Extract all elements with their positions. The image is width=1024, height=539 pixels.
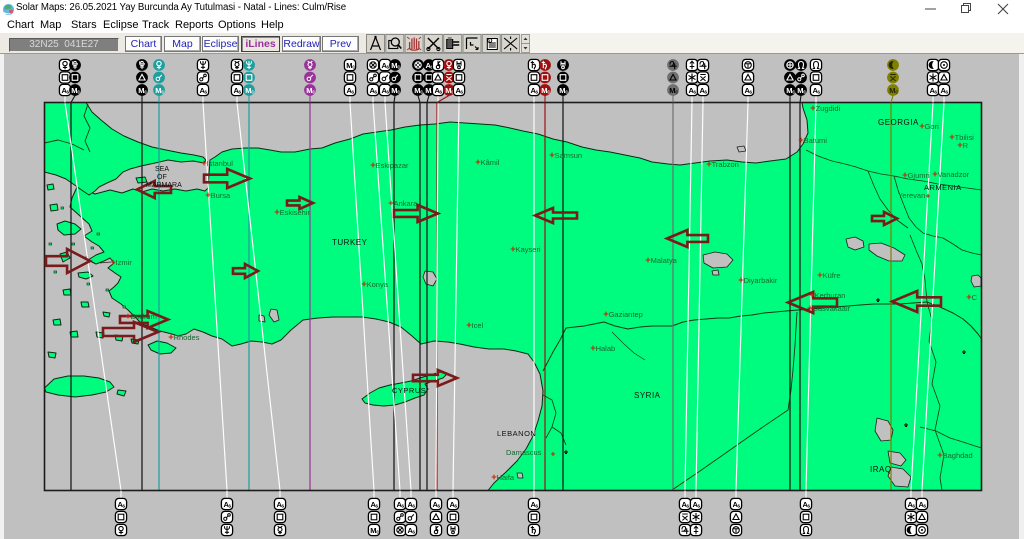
svg-text:Gaziantep: Gaziantep xyxy=(609,310,643,319)
svg-text:s: s xyxy=(807,504,810,510)
svg-text:c: c xyxy=(420,90,423,96)
svg-text:s: s xyxy=(281,504,284,510)
svg-text:OF: OF xyxy=(157,174,167,181)
svg-text:c: c xyxy=(547,90,550,96)
svg-text:Batumi: Batumi xyxy=(804,136,828,145)
svg-text:c: c xyxy=(251,90,254,96)
svg-text:s: s xyxy=(439,90,442,96)
svg-text:Dasvakaair: Dasvakaair xyxy=(813,304,851,313)
svg-text:c: c xyxy=(895,90,898,96)
svg-text:Yerevan: Yerevan xyxy=(898,191,925,200)
svg-text:Zugdidi: Zugdidi xyxy=(816,104,841,113)
svg-text:TURKEY: TURKEY xyxy=(332,238,368,247)
svg-text:c: c xyxy=(144,90,147,96)
svg-text:Ankara: Ankara xyxy=(394,199,419,208)
svg-text:Gjumri: Gjumri xyxy=(908,171,930,180)
svg-text:Bursa: Bursa xyxy=(211,191,231,200)
svg-text:Icel: Icel xyxy=(472,321,484,330)
svg-text:s: s xyxy=(686,504,689,510)
svg-text:Haifa: Haifa xyxy=(497,473,515,482)
svg-text:s: s xyxy=(454,504,457,510)
svg-text:Istanbul: Istanbul xyxy=(207,159,234,168)
svg-text:GEORGIA: GEORGIA xyxy=(878,118,919,127)
svg-text:c: c xyxy=(397,90,400,96)
svg-text:s: s xyxy=(535,504,538,510)
svg-text:c: c xyxy=(352,65,355,71)
svg-text:s: s xyxy=(204,90,207,96)
svg-text:s: s xyxy=(375,504,378,510)
svg-text:Halab: Halab xyxy=(596,344,616,353)
svg-text:CYPRUS: CYPRUS xyxy=(392,386,426,395)
svg-text:C: C xyxy=(972,293,978,302)
svg-text:s: s xyxy=(412,504,415,510)
svg-text:Damascus: Damascus xyxy=(506,448,542,457)
svg-text:MARMARA: MARMARA xyxy=(146,182,182,189)
svg-text:ARMENIA: ARMENIA xyxy=(924,183,962,192)
svg-text:s: s xyxy=(401,504,404,510)
svg-text:c: c xyxy=(792,90,795,96)
svg-text:s: s xyxy=(737,504,740,510)
svg-text:s: s xyxy=(386,90,389,96)
svg-text:s: s xyxy=(923,504,926,510)
svg-text:s: s xyxy=(934,90,937,96)
svg-text:s: s xyxy=(351,90,354,96)
svg-text:Diyarbakir: Diyarbakir xyxy=(744,276,778,285)
svg-text:Gori: Gori xyxy=(925,122,940,131)
svg-text:s: s xyxy=(238,90,241,96)
svg-text:s: s xyxy=(374,90,377,96)
svg-text:Rhodes: Rhodes xyxy=(174,333,200,342)
svg-text:s: s xyxy=(912,504,915,510)
svg-text:c: c xyxy=(161,90,164,96)
svg-text:SEA: SEA xyxy=(155,166,169,173)
svg-text:s: s xyxy=(412,530,415,536)
svg-text:s: s xyxy=(697,504,700,510)
svg-text:s: s xyxy=(817,90,820,96)
svg-text:c: c xyxy=(397,65,400,71)
svg-text:s: s xyxy=(749,90,752,96)
svg-text:Eskisehir: Eskisehir xyxy=(280,208,311,217)
svg-text:c: c xyxy=(77,90,80,96)
svg-text:Küfre: Küfre xyxy=(823,271,841,280)
svg-text:LEBANON: LEBANON xyxy=(497,429,536,438)
svg-text:Vanadzor: Vanadzor xyxy=(938,170,970,179)
svg-text:s: s xyxy=(704,90,707,96)
svg-text:s: s xyxy=(122,504,125,510)
svg-text:Bodrum: Bodrum xyxy=(131,312,157,321)
svg-text:Kayseri: Kayseri xyxy=(516,245,541,254)
svg-text:c: c xyxy=(803,90,806,96)
svg-text:R: R xyxy=(963,141,969,150)
svg-text:s: s xyxy=(66,90,69,96)
svg-text:s: s xyxy=(945,90,948,96)
svg-text:s: s xyxy=(693,90,696,96)
svg-text:Kâmil: Kâmil xyxy=(481,158,500,167)
svg-text:Malatya: Malatya xyxy=(651,256,678,265)
svg-text:s: s xyxy=(460,90,463,96)
svg-text:Baghdad: Baghdad xyxy=(943,451,973,460)
svg-text:c: c xyxy=(376,530,379,536)
svg-text:s: s xyxy=(386,65,389,71)
svg-text:Konya: Konya xyxy=(367,280,389,289)
svg-text:Kerburan: Kerburan xyxy=(815,291,846,300)
svg-text:SYRIA: SYRIA xyxy=(634,391,661,400)
svg-text:c: c xyxy=(312,90,315,96)
svg-text:c: c xyxy=(565,90,568,96)
svg-text:s: s xyxy=(535,90,538,96)
svg-text:Trabzon: Trabzon xyxy=(712,160,739,169)
svg-text:c: c xyxy=(675,90,678,96)
svg-text:s: s xyxy=(437,504,440,510)
svg-text:Izmir: Izmir xyxy=(116,258,133,267)
svg-text:s: s xyxy=(228,504,231,510)
svg-text:IRAQ: IRAQ xyxy=(870,465,892,474)
svg-text:Eskipazar: Eskipazar xyxy=(376,161,409,170)
svg-text:Samsun: Samsun xyxy=(555,151,583,160)
